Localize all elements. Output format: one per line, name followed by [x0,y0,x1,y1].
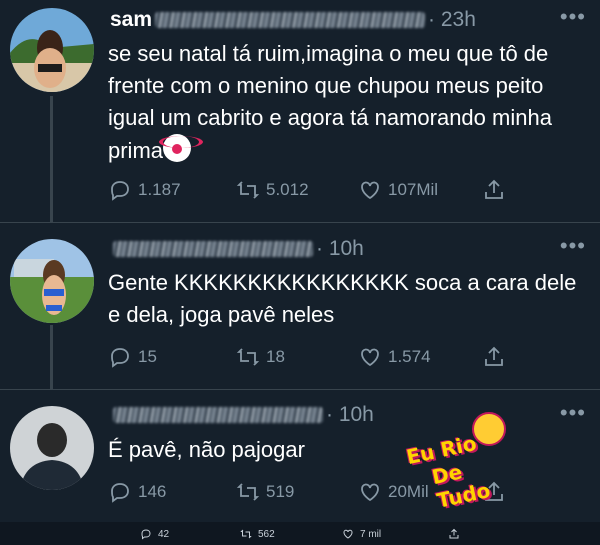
reply-button[interactable]: 15 [108,345,157,369]
share-button[interactable] [482,178,506,202]
tweet-actions: 1.187 5.012 107Mil [108,178,528,204]
tweet-text: É pavê, não pajogar [108,437,305,462]
heart-icon [361,483,379,502]
reply-icon [111,348,129,368]
tweet-header: · 10h [110,236,364,262]
reply-icon [111,181,129,201]
footer-retweet[interactable]: 562 [240,528,275,540]
retweet-button[interactable]: 18 [236,345,285,369]
tweet-3[interactable]: · 10h ••• É pavê, não pajogar 146 519 20… [0,390,600,522]
retweet-icon [240,529,252,539]
tweet-text: se seu natal tá ruim,imagina o meu que t… [108,41,552,163]
thread-line [50,96,53,222]
tweet-2[interactable]: · 10h ••• Gente KKKKKKKKKKKKKKKK soca a … [0,223,600,389]
tweet-header: sam · 23h [110,7,476,33]
tweet-1[interactable]: sam · 23h ••• se seu natal tá ruim,imagi… [0,0,600,222]
redacted-handle [113,407,323,423]
avatar[interactable] [10,406,94,490]
heart-icon [361,181,379,200]
clown-emoji-icon [159,134,204,162]
footer-reply[interactable]: 42 [140,528,169,540]
avatar[interactable] [10,8,94,92]
retweet-button[interactable]: 519 [236,480,294,504]
tweet-header: · 10h [110,402,374,428]
thread-line [50,325,53,389]
timestamp[interactable]: · 23h [428,8,476,32]
reply-button[interactable]: 1.187 [108,178,181,202]
share-icon [485,179,503,199]
more-options-icon[interactable]: ••• [560,4,586,30]
heart-icon [343,529,353,539]
share-button[interactable] [482,345,506,369]
tweet-text: Gente KKKKKKKKKKKKKKKK soca a cara dele … [108,270,577,327]
redacted-handle [113,241,313,257]
retweet-icon [236,181,260,199]
timestamp[interactable]: · 10h [316,237,364,261]
like-button[interactable]: 1.574 [358,345,431,369]
like-button[interactable]: 107Mil [358,178,438,202]
footer-share[interactable] [448,528,460,540]
timestamp[interactable]: · 10h [326,403,374,427]
share-icon [449,528,459,539]
footer-like[interactable]: 7 mil [342,528,381,540]
retweet-button[interactable]: 5.012 [236,178,309,202]
tweet-actions: 15 18 1.574 [108,345,528,371]
share-icon [485,346,503,366]
retweet-icon [236,348,260,366]
redacted-handle [155,12,426,28]
heart-icon [361,348,379,367]
reply-icon [141,529,151,540]
watermark-logo: Eu Rio De Tudo [404,412,506,513]
underlying-tweet-actions: 42 562 7 mil [0,522,600,545]
more-options-icon[interactable]: ••• [560,233,586,259]
reply-button[interactable]: 146 [108,480,166,504]
more-options-icon[interactable]: ••• [560,400,586,426]
reply-icon [111,483,129,503]
laughing-emoji-icon [472,412,506,446]
retweet-icon [236,483,260,501]
avatar[interactable] [10,239,94,323]
display-name[interactable]: sam [110,8,152,32]
